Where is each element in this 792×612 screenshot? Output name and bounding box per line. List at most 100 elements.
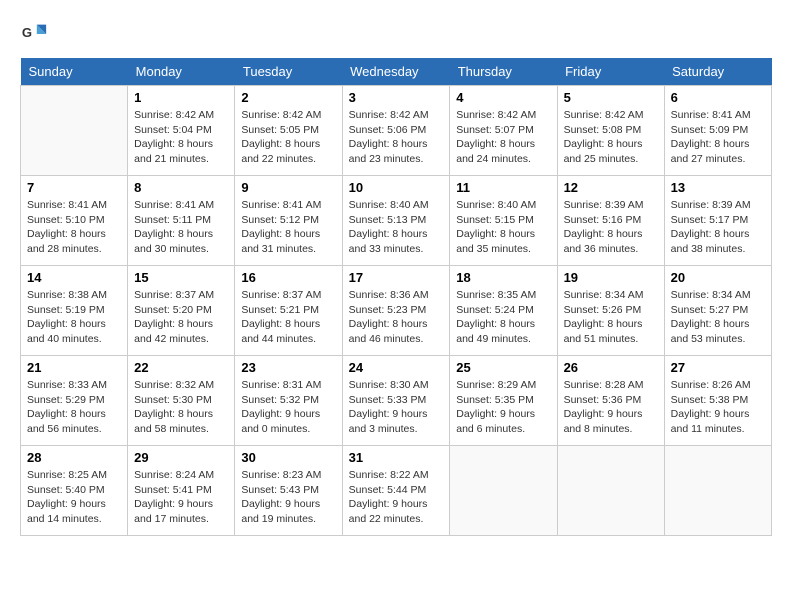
day-cell: 5 Sunrise: 8:42 AMSunset: 5:08 PMDaylight… [557, 86, 664, 176]
day-info: Sunrise: 8:33 AMSunset: 5:29 PMDaylight:… [27, 378, 121, 437]
day-cell: 24 Sunrise: 8:30 AMSunset: 5:33 PMDayligh… [342, 356, 450, 446]
day-cell: 18Sunrise: 8:35 AMSunset: 5:24 PMDayligh… [450, 266, 557, 356]
day-number: 16 [241, 270, 335, 285]
day-cell: 15Sunrise: 8:37 AMSunset: 5:20 PMDayligh… [128, 266, 235, 356]
day-info: Sunrise: 8:40 AMSunset: 5:15 PMDaylight:… [456, 198, 550, 257]
day-number: 7 [27, 180, 121, 195]
day-cell: 28 Sunrise: 8:25 AMSunset: 5:40 PMDayligh… [21, 446, 128, 536]
day-cell: 16 Sunrise: 8:37 AMSunset: 5:21 PMDayligh… [235, 266, 342, 356]
day-number: 24 [349, 360, 444, 375]
day-number: 12 [564, 180, 658, 195]
day-number: 19 [564, 270, 658, 285]
day-number: 28 [27, 450, 121, 465]
day-cell: 31 Sunrise: 8:22 AMSunset: 5:44 PMDayligh… [342, 446, 450, 536]
day-cell: 11 Sunrise: 8:40 AMSunset: 5:15 PMDayligh… [450, 176, 557, 266]
day-number: 9 [241, 180, 335, 195]
day-info: Sunrise: 8:34 AMSunset: 5:27 PMDaylight:… [671, 288, 765, 347]
day-info: Sunrise: 8:37 AMSunset: 5:20 PMDaylight:… [134, 288, 228, 347]
day-number: 30 [241, 450, 335, 465]
day-info: Sunrise: 8:25 AMSunset: 5:40 PMDaylight:… [27, 468, 121, 527]
week-row: 7 Sunrise: 8:41 AMSunset: 5:10 PMDaylight… [21, 176, 772, 266]
day-info: Sunrise: 8:40 AMSunset: 5:13 PMDaylight:… [349, 198, 444, 257]
day-info: Sunrise: 8:31 AMSunset: 5:32 PMDaylight:… [241, 378, 335, 437]
day-cell: 21 Sunrise: 8:33 AMSunset: 5:29 PMDayligh… [21, 356, 128, 446]
day-info: Sunrise: 8:29 AMSunset: 5:35 PMDaylight:… [456, 378, 550, 437]
day-info: Sunrise: 8:41 AMSunset: 5:09 PMDaylight:… [671, 108, 765, 167]
day-cell: 12 Sunrise: 8:39 AMSunset: 5:16 PMDayligh… [557, 176, 664, 266]
week-row: 14 Sunrise: 8:38 AMSunset: 5:19 PMDayligh… [21, 266, 772, 356]
day-number: 20 [671, 270, 765, 285]
day-number: 3 [349, 90, 444, 105]
day-cell: 30 Sunrise: 8:23 AMSunset: 5:43 PMDayligh… [235, 446, 342, 536]
day-number: 26 [564, 360, 658, 375]
day-number: 21 [27, 360, 121, 375]
day-number: 2 [241, 90, 335, 105]
day-cell [557, 446, 664, 536]
day-number: 10 [349, 180, 444, 195]
day-cell: 8 Sunrise: 8:41 AMSunset: 5:11 PMDaylight… [128, 176, 235, 266]
day-info: Sunrise: 8:28 AMSunset: 5:36 PMDaylight:… [564, 378, 658, 437]
day-number: 14 [27, 270, 121, 285]
logo: G [20, 20, 52, 48]
day-cell: 10 Sunrise: 8:40 AMSunset: 5:13 PMDayligh… [342, 176, 450, 266]
day-info: Sunrise: 8:42 AMSunset: 5:08 PMDaylight:… [564, 108, 658, 167]
day-info: Sunrise: 8:37 AMSunset: 5:21 PMDaylight:… [241, 288, 335, 347]
day-cell: 1 Sunrise: 8:42 AMSunset: 5:04 PMDaylight… [128, 86, 235, 176]
weekday-header: Sunday [21, 58, 128, 86]
day-cell: 4 Sunrise: 8:42 AMSunset: 5:07 PMDaylight… [450, 86, 557, 176]
weekday-header: Saturday [664, 58, 771, 86]
day-info: Sunrise: 8:32 AMSunset: 5:30 PMDaylight:… [134, 378, 228, 437]
day-number: 5 [564, 90, 658, 105]
week-row: 21 Sunrise: 8:33 AMSunset: 5:29 PMDayligh… [21, 356, 772, 446]
day-number: 22 [134, 360, 228, 375]
day-cell: 7 Sunrise: 8:41 AMSunset: 5:10 PMDaylight… [21, 176, 128, 266]
day-info: Sunrise: 8:30 AMSunset: 5:33 PMDaylight:… [349, 378, 444, 437]
day-info: Sunrise: 8:41 AMSunset: 5:10 PMDaylight:… [27, 198, 121, 257]
day-cell: 13 Sunrise: 8:39 AMSunset: 5:17 PMDayligh… [664, 176, 771, 266]
day-cell: 23Sunrise: 8:31 AMSunset: 5:32 PMDayligh… [235, 356, 342, 446]
day-cell [21, 86, 128, 176]
day-number: 17 [349, 270, 444, 285]
day-number: 6 [671, 90, 765, 105]
day-info: Sunrise: 8:34 AMSunset: 5:26 PMDaylight:… [564, 288, 658, 347]
day-info: Sunrise: 8:42 AMSunset: 5:04 PMDaylight:… [134, 108, 228, 167]
weekday-header: Monday [128, 58, 235, 86]
week-row: 28 Sunrise: 8:25 AMSunset: 5:40 PMDayligh… [21, 446, 772, 536]
day-info: Sunrise: 8:42 AMSunset: 5:07 PMDaylight:… [456, 108, 550, 167]
day-cell: 19 Sunrise: 8:34 AMSunset: 5:26 PMDayligh… [557, 266, 664, 356]
day-cell: 20 Sunrise: 8:34 AMSunset: 5:27 PMDayligh… [664, 266, 771, 356]
day-number: 13 [671, 180, 765, 195]
day-info: Sunrise: 8:39 AMSunset: 5:16 PMDaylight:… [564, 198, 658, 257]
day-number: 25 [456, 360, 550, 375]
day-info: Sunrise: 8:42 AMSunset: 5:06 PMDaylight:… [349, 108, 444, 167]
day-number: 4 [456, 90, 550, 105]
page-header: G [20, 20, 772, 48]
day-cell: 29Sunrise: 8:24 AMSunset: 5:41 PMDayligh… [128, 446, 235, 536]
day-cell: 6 Sunrise: 8:41 AMSunset: 5:09 PMDaylight… [664, 86, 771, 176]
day-cell: 14 Sunrise: 8:38 AMSunset: 5:19 PMDayligh… [21, 266, 128, 356]
day-info: Sunrise: 8:41 AMSunset: 5:11 PMDaylight:… [134, 198, 228, 257]
day-info: Sunrise: 8:42 AMSunset: 5:05 PMDaylight:… [241, 108, 335, 167]
calendar-table: SundayMondayTuesdayWednesdayThursdayFrid… [20, 58, 772, 536]
day-cell: 17 Sunrise: 8:36 AMSunset: 5:23 PMDayligh… [342, 266, 450, 356]
weekday-header: Friday [557, 58, 664, 86]
day-number: 11 [456, 180, 550, 195]
weekday-header: Tuesday [235, 58, 342, 86]
day-number: 1 [134, 90, 228, 105]
logo-icon: G [20, 20, 48, 48]
day-cell: 25 Sunrise: 8:29 AMSunset: 5:35 PMDayligh… [450, 356, 557, 446]
day-info: Sunrise: 8:23 AMSunset: 5:43 PMDaylight:… [241, 468, 335, 527]
day-info: Sunrise: 8:36 AMSunset: 5:23 PMDaylight:… [349, 288, 444, 347]
day-info: Sunrise: 8:22 AMSunset: 5:44 PMDaylight:… [349, 468, 444, 527]
day-info: Sunrise: 8:38 AMSunset: 5:19 PMDaylight:… [27, 288, 121, 347]
weekday-header: Thursday [450, 58, 557, 86]
day-number: 8 [134, 180, 228, 195]
weekday-header: Wednesday [342, 58, 450, 86]
day-info: Sunrise: 8:26 AMSunset: 5:38 PMDaylight:… [671, 378, 765, 437]
day-cell: 9Sunrise: 8:41 AMSunset: 5:12 PMDaylight… [235, 176, 342, 266]
day-number: 27 [671, 360, 765, 375]
day-info: Sunrise: 8:39 AMSunset: 5:17 PMDaylight:… [671, 198, 765, 257]
day-number: 31 [349, 450, 444, 465]
svg-text:G: G [22, 25, 32, 40]
day-cell: 27 Sunrise: 8:26 AMSunset: 5:38 PMDayligh… [664, 356, 771, 446]
